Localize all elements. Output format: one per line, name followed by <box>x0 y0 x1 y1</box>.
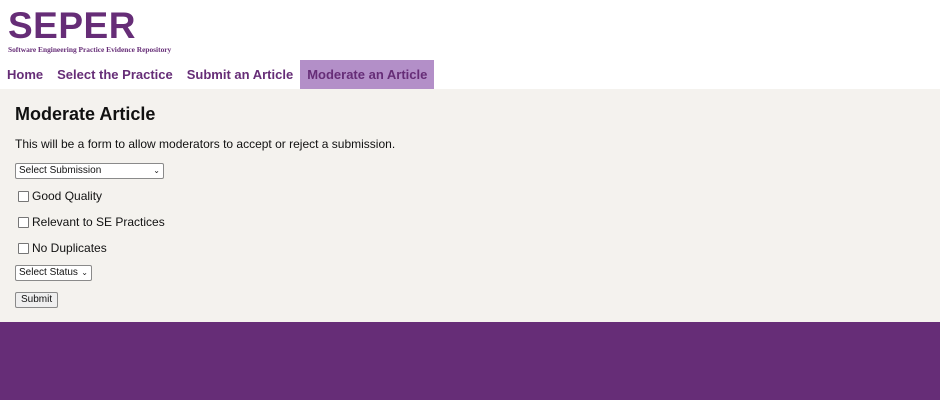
site-footer <box>0 322 940 400</box>
nav-home[interactable]: Home <box>0 60 50 89</box>
status-select[interactable]: Select Status ⌄ <box>15 265 92 281</box>
chevron-down-icon: ⌄ <box>81 268 88 277</box>
good-quality-label: Good Quality <box>32 189 103 203</box>
checkbox-good-quality-row: Good Quality <box>18 189 102 203</box>
relevant-label: Relevant to SE Practices <box>32 215 165 229</box>
nav-select-practice[interactable]: Select the Practice <box>50 60 180 89</box>
page-description: This will be a form to allow moderators … <box>15 137 396 151</box>
nav-submit-article[interactable]: Submit an Article <box>180 60 300 89</box>
submit-button[interactable]: Submit <box>15 292 59 308</box>
no-duplicates-checkbox[interactable] <box>18 242 29 254</box>
no-duplicates-label: No Duplicates <box>32 241 107 255</box>
logo-subtitle: Software Engineering Practice Evidence R… <box>8 45 172 54</box>
logo-title[interactable]: SEPER <box>8 7 136 44</box>
page-title: Moderate Article <box>15 104 156 124</box>
site-header: SEPER Software Engineering Practice Evid… <box>0 0 940 60</box>
submission-select-value: Select Submission <box>19 165 102 176</box>
relevant-checkbox[interactable] <box>18 216 29 228</box>
main-nav: Home Select the Practice Submit an Artic… <box>0 60 435 89</box>
chevron-down-icon: ⌄ <box>153 166 160 175</box>
submission-select[interactable]: Select Submission ⌄ <box>15 163 164 179</box>
status-select-value: Select Status <box>19 267 78 278</box>
good-quality-checkbox[interactable] <box>18 190 29 202</box>
nav-moderate-article[interactable]: Moderate an Article <box>300 60 435 89</box>
checkbox-no-duplicates-row: No Duplicates <box>18 241 107 255</box>
checkbox-relevant-row: Relevant to SE Practices <box>18 215 165 229</box>
main-content: Moderate Article This will be a form to … <box>0 89 940 322</box>
